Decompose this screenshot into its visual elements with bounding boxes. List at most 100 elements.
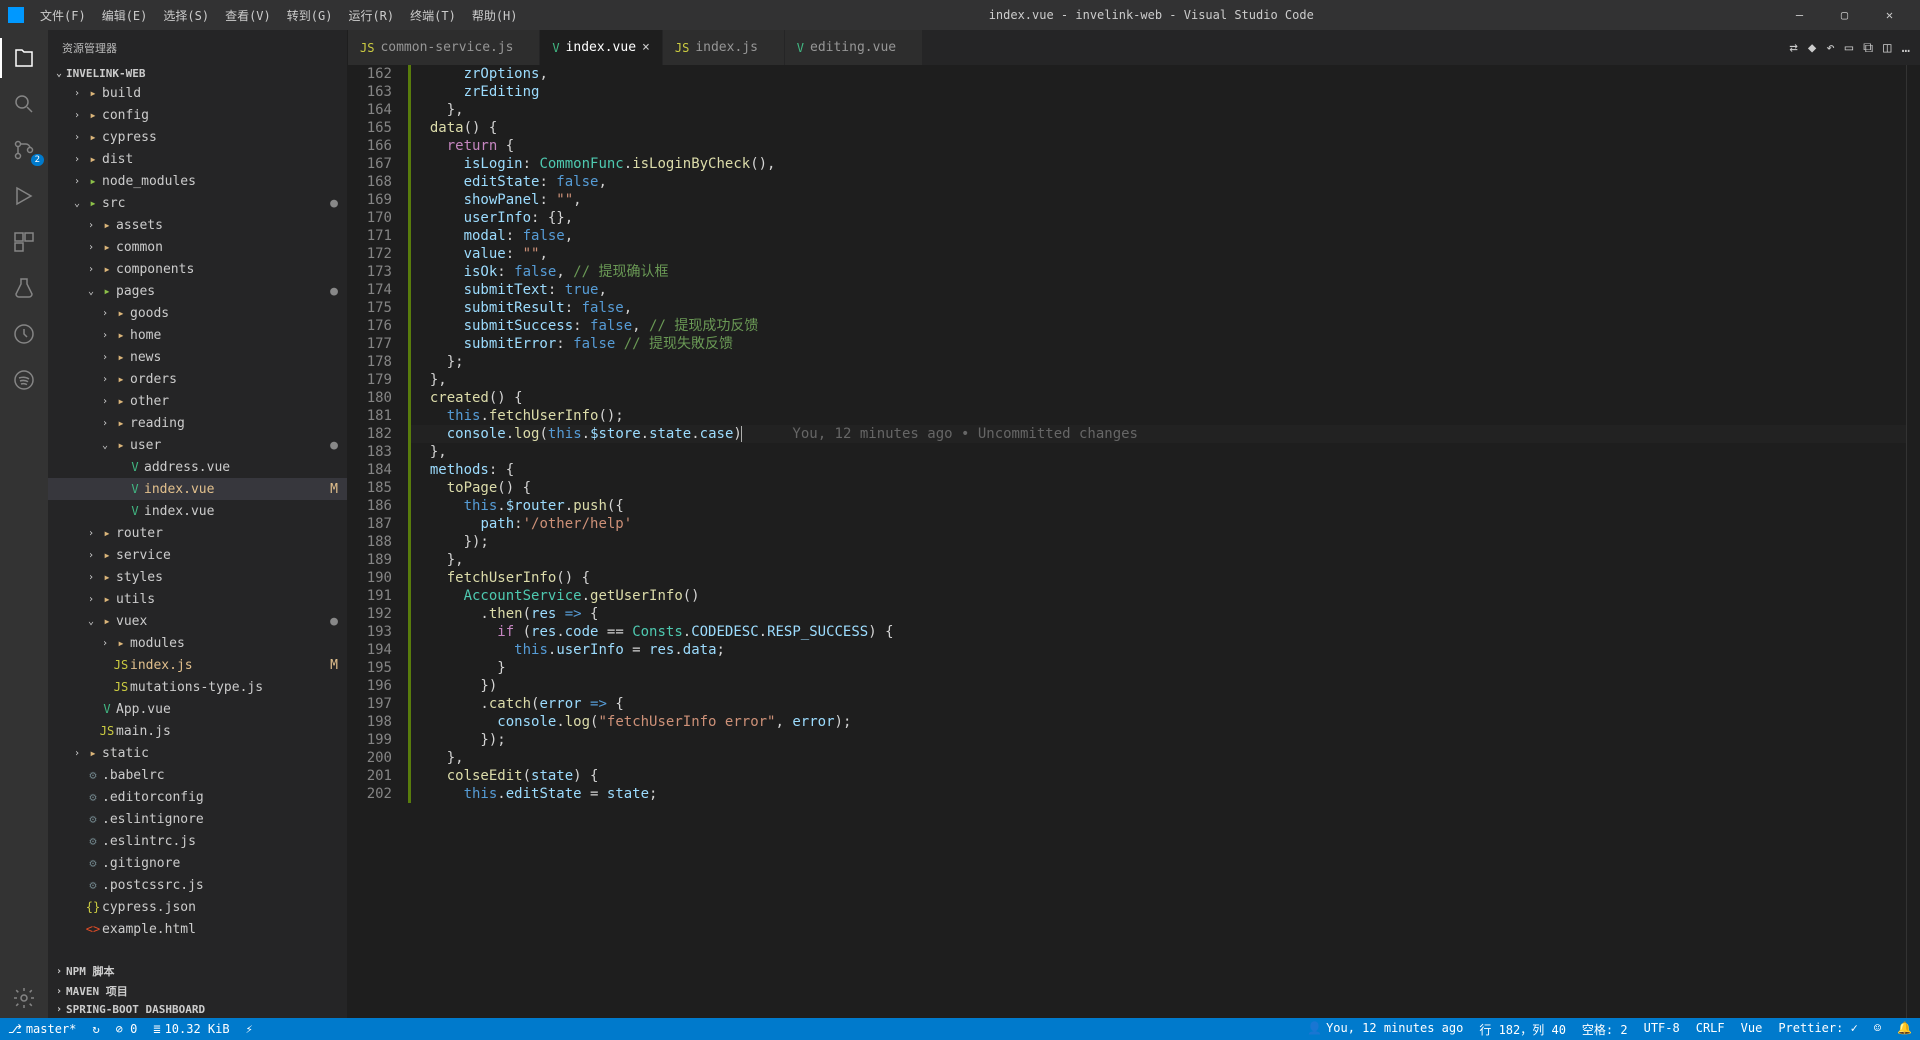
sync-status[interactable]: ↻ [84, 1018, 107, 1040]
code-line[interactable]: toPage() { [408, 479, 1906, 497]
scm-branch[interactable]: ⎇ master* [0, 1018, 84, 1040]
tree-item[interactable]: <>example.html [48, 918, 347, 940]
code-editor[interactable]: 1621631641651661671681691701711721731741… [348, 65, 1920, 1018]
file-size-status[interactable]: ≣10.32 KiB [145, 1018, 237, 1040]
tree-item[interactable]: Vindex.vueM [48, 478, 347, 500]
tree-item[interactable]: ›▸build [48, 82, 347, 104]
tree-item[interactable]: ›▸router [48, 522, 347, 544]
minimap[interactable] [1906, 65, 1920, 1018]
tree-item[interactable]: ›▸utils [48, 588, 347, 610]
tree-item[interactable]: ⚙.eslintrc.js [48, 830, 347, 852]
indentation-status[interactable]: 空格: 2 [1574, 1021, 1636, 1038]
project-header[interactable]: ⌄ INVELINK-WEB [48, 65, 347, 82]
code-line[interactable]: }, [408, 551, 1906, 569]
code-line[interactable]: path:'/other/help' [408, 515, 1906, 533]
code-line[interactable]: submitText: true, [408, 281, 1906, 299]
tree-item[interactable]: Vaddress.vue [48, 456, 347, 478]
tree-item[interactable]: ⌄▸vuex● [48, 610, 347, 632]
tree-item[interactable]: ›▸other [48, 390, 347, 412]
code-line[interactable]: AccountService.getUserInfo() [408, 587, 1906, 605]
code-line[interactable]: data() { [408, 119, 1906, 137]
extensions-activity[interactable] [0, 222, 48, 262]
tree-item[interactable]: ›▸reading [48, 412, 347, 434]
code-line[interactable]: zrEditing [408, 83, 1906, 101]
tree-item[interactable]: ›▸assets [48, 214, 347, 236]
feedback-icon[interactable]: ☺ [1866, 1021, 1889, 1035]
code-line[interactable]: .catch(error => { [408, 695, 1906, 713]
split-editor-icon[interactable]: ◫ [1883, 40, 1891, 56]
menu-item[interactable]: 查看(V) [217, 3, 279, 28]
tree-item[interactable]: ›▸service [48, 544, 347, 566]
sidebar-section[interactable]: ›MAVEN 项目 [48, 981, 347, 1001]
spotify-activity[interactable] [0, 360, 48, 400]
tree-item[interactable]: ›▸common [48, 236, 347, 258]
run-debug-activity[interactable] [0, 176, 48, 216]
menu-item[interactable]: 选择(S) [155, 3, 217, 28]
code-line[interactable]: if (res.code == Consts.CODEDESC.RESP_SUC… [408, 623, 1906, 641]
tree-item[interactable]: ›▸news [48, 346, 347, 368]
code-line[interactable]: }) [408, 677, 1906, 695]
code-line[interactable]: value: "", [408, 245, 1906, 263]
minimize-button[interactable]: — [1777, 8, 1822, 22]
maximize-button[interactable]: ▢ [1822, 8, 1867, 22]
code-line[interactable]: console.log(this.$store.state.case) You,… [408, 425, 1906, 443]
code-line[interactable]: userInfo: {}, [408, 209, 1906, 227]
code-line[interactable]: submitError: false // 提现失敗反馈 [408, 335, 1906, 353]
compare-icon[interactable]: ⇄ [1789, 40, 1797, 56]
code-line[interactable]: this.userInfo = res.data; [408, 641, 1906, 659]
language-mode[interactable]: Vue [1733, 1021, 1771, 1035]
explorer-activity[interactable] [0, 38, 48, 78]
code-line[interactable]: fetchUserInfo() { [408, 569, 1906, 587]
menu-item[interactable]: 帮助(H) [464, 3, 526, 28]
menu-item[interactable]: 编辑(E) [94, 3, 156, 28]
code-line[interactable]: this.$router.push({ [408, 497, 1906, 515]
code-line[interactable]: }, [408, 443, 1906, 461]
scm-activity[interactable]: 2 [0, 130, 48, 170]
tree-item[interactable]: ›▸components [48, 258, 347, 280]
close-tab-icon[interactable]: × [642, 40, 650, 55]
tree-item[interactable]: {}cypress.json [48, 896, 347, 918]
editor-tab[interactable]: JSindex.js× [663, 30, 785, 65]
notifications-icon[interactable]: 🔔 [1889, 1021, 1920, 1035]
code-line[interactable]: submitResult: false, [408, 299, 1906, 317]
tree-item[interactable]: ›▸dist [48, 148, 347, 170]
code-line[interactable]: }, [408, 101, 1906, 119]
editor-tab[interactable]: JScommon-service.js× [348, 30, 540, 65]
tree-item[interactable]: ›▸cypress [48, 126, 347, 148]
tree-item[interactable]: ⚙.editorconfig [48, 786, 347, 808]
code-line[interactable]: modal: false, [408, 227, 1906, 245]
code-line[interactable]: isOk: false, // 提现确认框 [408, 263, 1906, 281]
diamond-icon[interactable]: ◆ [1808, 40, 1816, 56]
git-blame-status[interactable]: 👤You, 12 minutes ago [1299, 1021, 1471, 1035]
tree-item[interactable]: ›▸home [48, 324, 347, 346]
tree-item[interactable]: ›▸orders [48, 368, 347, 390]
code-line[interactable]: showPanel: "", [408, 191, 1906, 209]
tree-item[interactable]: JSmutations-type.js [48, 676, 347, 698]
tree-item[interactable]: ⚙.eslintignore [48, 808, 347, 830]
tree-item[interactable]: ⌄▸user● [48, 434, 347, 456]
tree-item[interactable]: JSindex.jsM [48, 654, 347, 676]
editor-tab[interactable]: Vindex.vue× [540, 30, 663, 65]
code-line[interactable]: console.log("fetchUserInfo error", error… [408, 713, 1906, 731]
tree-item[interactable]: ›▸styles [48, 566, 347, 588]
code-line[interactable]: colseEdit(state) { [408, 767, 1906, 785]
tree-item[interactable]: ›▸config [48, 104, 347, 126]
encoding-status[interactable]: UTF-8 [1636, 1021, 1688, 1035]
code-line[interactable]: this.editState = state; [408, 785, 1906, 803]
tree-item[interactable]: JSmain.js [48, 720, 347, 742]
timeline-activity[interactable] [0, 314, 48, 354]
code-line[interactable]: return { [408, 137, 1906, 155]
tree-item[interactable]: ⚙.gitignore [48, 852, 347, 874]
menu-item[interactable]: 终端(T) [402, 3, 464, 28]
tree-item[interactable]: Vindex.vue [48, 500, 347, 522]
tree-item[interactable]: ›▸goods [48, 302, 347, 324]
code-line[interactable]: } [408, 659, 1906, 677]
close-window-button[interactable]: ✕ [1867, 8, 1912, 22]
tree-item[interactable]: ›▸node_modules [48, 170, 347, 192]
problems-status[interactable]: ⊘ 0 [108, 1018, 146, 1040]
code-line[interactable]: zrOptions, [408, 65, 1906, 83]
live-server-status[interactable]: ⚡ [238, 1018, 261, 1040]
open-changes-icon[interactable]: ⧉ [1863, 40, 1873, 56]
code-line[interactable]: }); [408, 533, 1906, 551]
code-line[interactable]: .then(res => { [408, 605, 1906, 623]
